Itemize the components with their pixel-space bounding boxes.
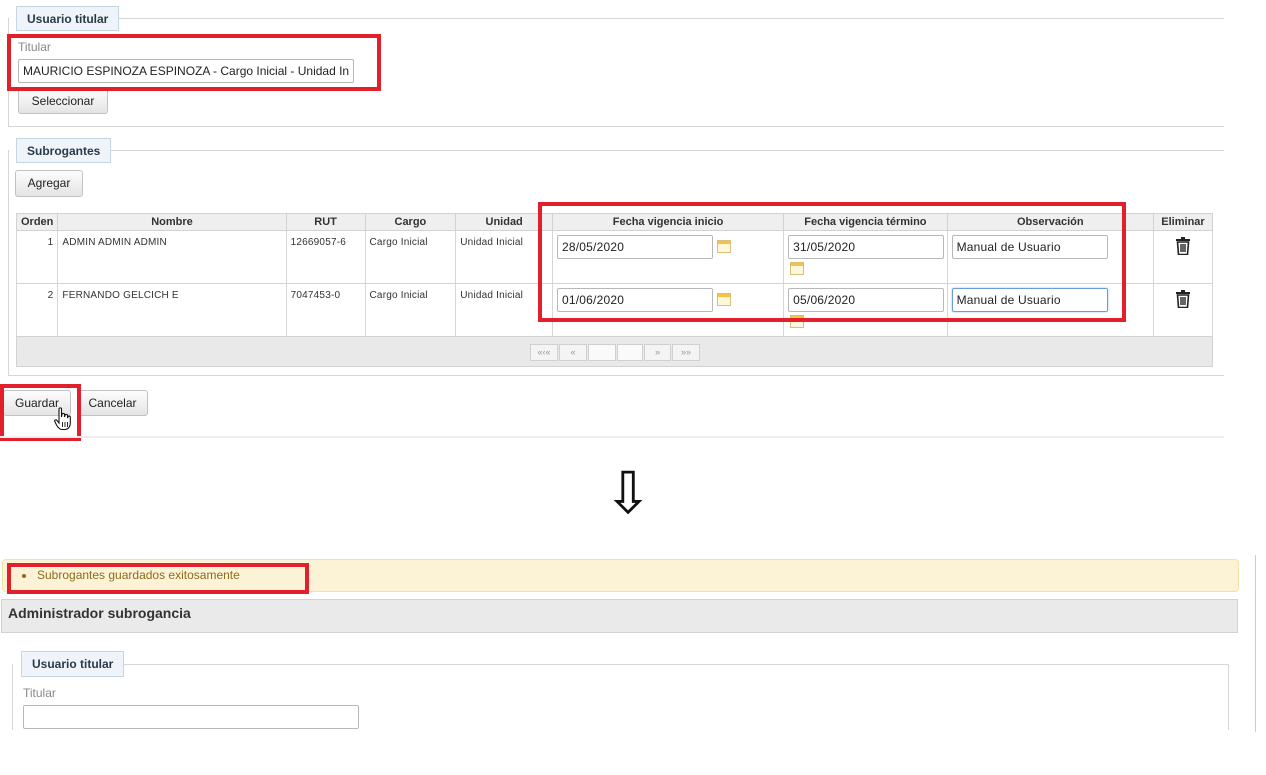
row-eliminar-cell (1152, 283, 1214, 337)
row-nombre: FERNANDO GELCICH E (57, 283, 287, 337)
success-highlight-box (7, 563, 309, 594)
after-titular-fieldset-top (122, 664, 1229, 665)
pager-prev-button[interactable]: « (559, 344, 587, 361)
pager-page-input[interactable] (588, 344, 616, 361)
titular-highlight-box (7, 34, 381, 91)
pager-last-button[interactable]: »» (672, 344, 700, 361)
col-rut[interactable]: RUT (285, 213, 366, 231)
col-eliminar: Eliminar (1152, 213, 1214, 231)
guardar-highlight-box (0, 384, 81, 441)
col-orden[interactable]: Orden (15, 213, 59, 231)
section-divider (0, 436, 1224, 438)
right-edge-line (1255, 555, 1256, 732)
seleccionar-button[interactable]: Seleccionar (18, 88, 108, 114)
after-titular-input[interactable] (23, 705, 359, 729)
row-cargo: Cargo Inicial (364, 283, 457, 337)
cancelar-button[interactable]: Cancelar (77, 390, 148, 416)
trash-icon[interactable] (1175, 237, 1191, 255)
row-rut: 12669057-6 (285, 230, 366, 284)
usuario-titular-fieldset-bottom (8, 126, 1224, 127)
subrogantes-fieldset-bottom (8, 375, 1224, 376)
down-arrow-icon: ⇩ (603, 459, 653, 527)
after-titular-fieldset-left (12, 664, 13, 730)
trash-icon[interactable] (1175, 290, 1191, 308)
col-nombre[interactable]: Nombre (57, 213, 287, 231)
subrogantes-legend: Subrogantes (16, 138, 112, 163)
row-orden: 1 (15, 230, 59, 284)
agregar-button[interactable]: Agregar (15, 170, 83, 197)
pager-next-button[interactable]: » (644, 344, 671, 361)
after-titular-label: Titular (23, 686, 56, 700)
subrogantes-fieldset-left (8, 150, 9, 376)
row-orden: 2 (15, 283, 59, 337)
row-rut: 7047453-0 (285, 283, 366, 337)
pager-bar: «‹« « » »» (16, 336, 1213, 367)
row-nombre: ADMIN ADMIN ADMIN (57, 230, 287, 284)
after-usuario-titular-legend: Usuario titular (21, 651, 125, 677)
col-cargo[interactable]: Cargo (364, 213, 457, 231)
pager-first-button[interactable]: «‹« (530, 344, 558, 361)
pager: «‹« « » »» (530, 344, 701, 361)
usuario-titular-legend: Usuario titular (16, 6, 120, 31)
subrogantes-fieldset-top (110, 150, 1224, 151)
after-titular-fieldset-right (1228, 664, 1229, 730)
row-cargo: Cargo Inicial (364, 230, 457, 284)
dates-highlight-box (538, 202, 1126, 322)
panel-title: Administrador subrogancia (8, 605, 191, 621)
pager-total (617, 344, 643, 361)
row-eliminar-cell (1152, 230, 1214, 284)
